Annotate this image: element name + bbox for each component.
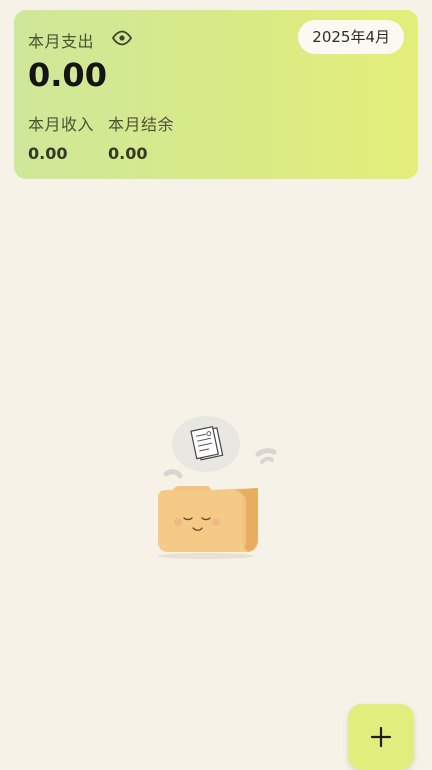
month-selector-button[interactable]: 2025年4月 [298, 20, 404, 54]
empty-folder-illustration [150, 410, 280, 560]
monthly-expense-label: 本月支出 [28, 32, 95, 51]
monthly-income-value: 0.00 [28, 144, 68, 163]
monthly-balance-label: 本月结余 [108, 115, 175, 134]
monthly-expense-value: 0.00 [28, 56, 107, 94]
monthly-summary-card: 本月支出 0.00 2025年4月 本月收入 本月结余 0.00 0.00 [14, 10, 418, 179]
monthly-income-label: 本月收入 [28, 115, 95, 134]
eye-icon[interactable] [111, 30, 133, 46]
monthly-balance-value: 0.00 [108, 144, 148, 163]
plus-icon [370, 726, 392, 748]
add-record-button[interactable] [348, 704, 414, 770]
